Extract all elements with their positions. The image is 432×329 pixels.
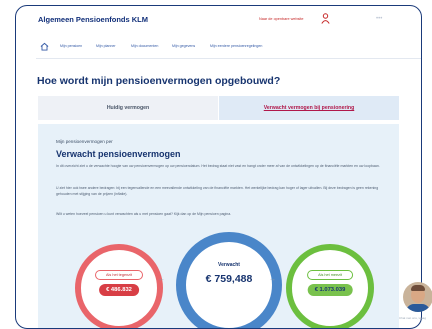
- panel-eyebrow: Mijn pensioenvermogen per: [56, 139, 113, 144]
- scenario-good-label: Als het meezit: [307, 270, 353, 280]
- brand-logo-text[interactable]: Algemeen Pensioenfonds KLM: [38, 15, 148, 24]
- arrow-left-icon: ←: [158, 276, 165, 283]
- pension-link-paragraph: Wilt u weten hoeveel pensioen u kunt ver…: [56, 212, 232, 216]
- nav-item-mijn-gegevens[interactable]: Mijn gegevens: [172, 44, 195, 48]
- arrow-right-icon: →: [269, 276, 276, 283]
- avatar-shirt: [406, 304, 430, 312]
- scenario-good-value: € 1.073.039: [307, 284, 353, 296]
- chat-avatar-caption[interactable]: Chat met ons, vraag: [399, 316, 426, 320]
- scenario-bad-label: Als het tegenzit: [95, 270, 143, 280]
- scenario-expected-circle: Verwacht € 759,488: [176, 232, 282, 328]
- tab-verwacht-vermogen[interactable]: Verwacht vermogen bij pensionering: [219, 96, 399, 120]
- nav-item-mijn-pensioen[interactable]: Mijn pensioen: [60, 44, 82, 48]
- more-icon[interactable]: •••: [376, 16, 382, 22]
- nav-item-mijn-planner[interactable]: Mijn planner: [96, 44, 116, 48]
- nav-divider: [36, 58, 421, 59]
- tab-bar: Huidig vermogen Verwacht vermogen bij pe…: [38, 96, 399, 120]
- tab-huidig-vermogen[interactable]: Huidig vermogen: [38, 96, 218, 120]
- page-title: Hoe wordt mijn pensioenvermogen opgebouw…: [37, 75, 281, 87]
- nav-item-eerdere-regelingen[interactable]: Mijn eerdere pensioenregelingen: [210, 44, 262, 48]
- scenario-expected-label: Verwacht: [218, 262, 240, 268]
- content-panel: Mijn pensioenvermogen per Verwacht pensi…: [38, 124, 399, 328]
- panel-title: Verwacht pensioenvermogen: [56, 149, 181, 159]
- avatar-hair: [411, 285, 425, 291]
- nav-item-mijn-documenten[interactable]: Mijn documenten: [131, 44, 158, 48]
- intro-paragraph: In dit overzicht ziet u de verwachte hoo…: [56, 164, 380, 168]
- scenario-bad-value: € 486.832: [99, 284, 139, 296]
- app-window: Algemeen Pensioenfonds KLM Naar de openb…: [15, 5, 422, 329]
- home-icon[interactable]: [40, 42, 49, 51]
- scenario-bad-circle: Als het tegenzit € 486.832: [75, 244, 163, 328]
- chat-avatar[interactable]: [403, 282, 432, 312]
- public-website-link[interactable]: Naar de openbare website: [259, 17, 304, 21]
- top-bar: Algemeen Pensioenfonds KLM Naar de openb…: [16, 6, 421, 32]
- main-nav: Mijn pensioen Mijn planner Mijn document…: [16, 40, 421, 56]
- scenario-circles: Als het tegenzit € 486.832 ← Verwacht € …: [38, 232, 399, 328]
- scenario-expected-value: € 759,488: [205, 273, 253, 285]
- scenario-good-circle: Als het meezit € 1.073.039: [286, 244, 374, 328]
- scenario-paragraph: U ziet hier ook twee andere bedragen: bi…: [56, 186, 379, 196]
- user-icon[interactable]: [321, 13, 330, 24]
